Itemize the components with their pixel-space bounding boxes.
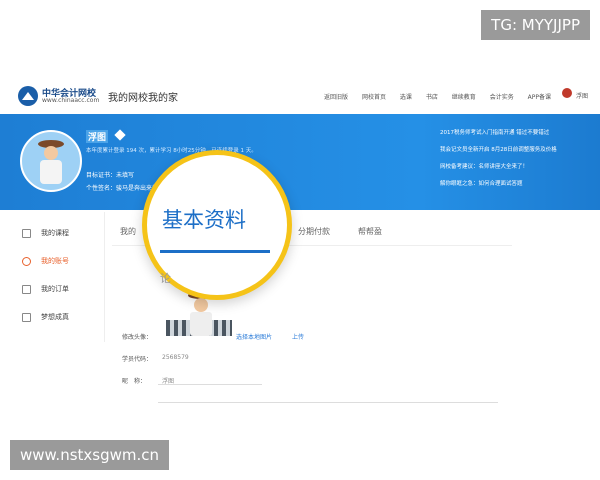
goal-certificate: 目标证书：未填写 [86,172,135,179]
nickname-value: 浮图 [162,378,175,385]
sidebar-item-courses[interactable]: 我的课程 [22,228,69,238]
watermark-top: TG: MYYJJPP [481,10,590,40]
news-item[interactable]: 解你眼眶之急：如何合理面试答题 [440,179,590,187]
nav-continuing-edu[interactable]: 继续教育 [452,94,476,101]
personal-signature: 个性签名：骏马是奔出来的 [86,185,159,192]
user-icon [22,256,31,266]
upload-button[interactable]: 上传 [292,332,304,341]
form-input-row[interactable] [158,392,498,403]
nav-practice[interactable]: 会计实务 [490,94,514,101]
news-item[interactable]: 网校备考建议：名师讲座大全来了！ [440,162,590,170]
news-list: 2017税务师考试入门指南开通 错过不要错过 我会记文员全新开启 8月28日前调… [440,128,590,196]
sidebar-divider [104,212,105,342]
brand-url: www.chinaacc.com [42,97,100,104]
magnified-text: 论 [160,272,171,285]
nav-courses[interactable]: 选课 [400,94,412,101]
order-icon [22,284,31,294]
avatar-label: 修改头像： [122,334,153,341]
student-code-value: 2568579 [162,354,189,361]
course-icon [22,228,31,238]
basic-info-tab[interactable]: 基本资料 [162,204,246,234]
logo-icon[interactable] [18,86,38,106]
nav-home[interactable]: 网校首页 [362,94,386,101]
nav-back-old[interactable]: 返回旧版 [324,94,348,101]
avatar[interactable] [20,130,82,192]
news-item[interactable]: 我会记文员全新开启 8月28日前调整服务及价格 [440,145,590,153]
nav-app[interactable]: APP备课 [528,94,551,101]
tab-mine[interactable]: 我的 [120,226,136,237]
header-username[interactable]: 浮图 [576,91,588,100]
top-nav: 返回旧版 网校首页 选课 书店 继续教育 会计实务 APP备课 [324,92,563,101]
tab-help[interactable]: 帮帮盈 [358,226,382,237]
nav-bookstore[interactable]: 书店 [426,94,438,101]
news-item[interactable]: 2017税务师考试入门指南开通 错过不要错过 [440,128,590,136]
site-title: 我的网校我的家 [108,93,178,104]
nickname-label: 昵 称： [122,378,147,385]
user-avatar-icon[interactable] [562,88,572,98]
profile-nickname: 浮图 [86,130,109,143]
sidebar-item-orders[interactable]: 我的订单 [22,284,69,294]
tab-installments[interactable]: 分期付款 [298,226,330,237]
select-local-image-button[interactable]: 选择本地图片 [236,332,272,341]
book-icon [22,312,31,322]
watermark-bottom: www.nstxsgwm.cn [10,440,170,470]
sidebar-item-account[interactable]: 我的账号 [22,256,69,266]
sidebar-item-dreams[interactable]: 梦想成真 [22,312,69,322]
active-tab-indicator [160,250,270,253]
student-code-label: 学员代码： [122,356,153,363]
